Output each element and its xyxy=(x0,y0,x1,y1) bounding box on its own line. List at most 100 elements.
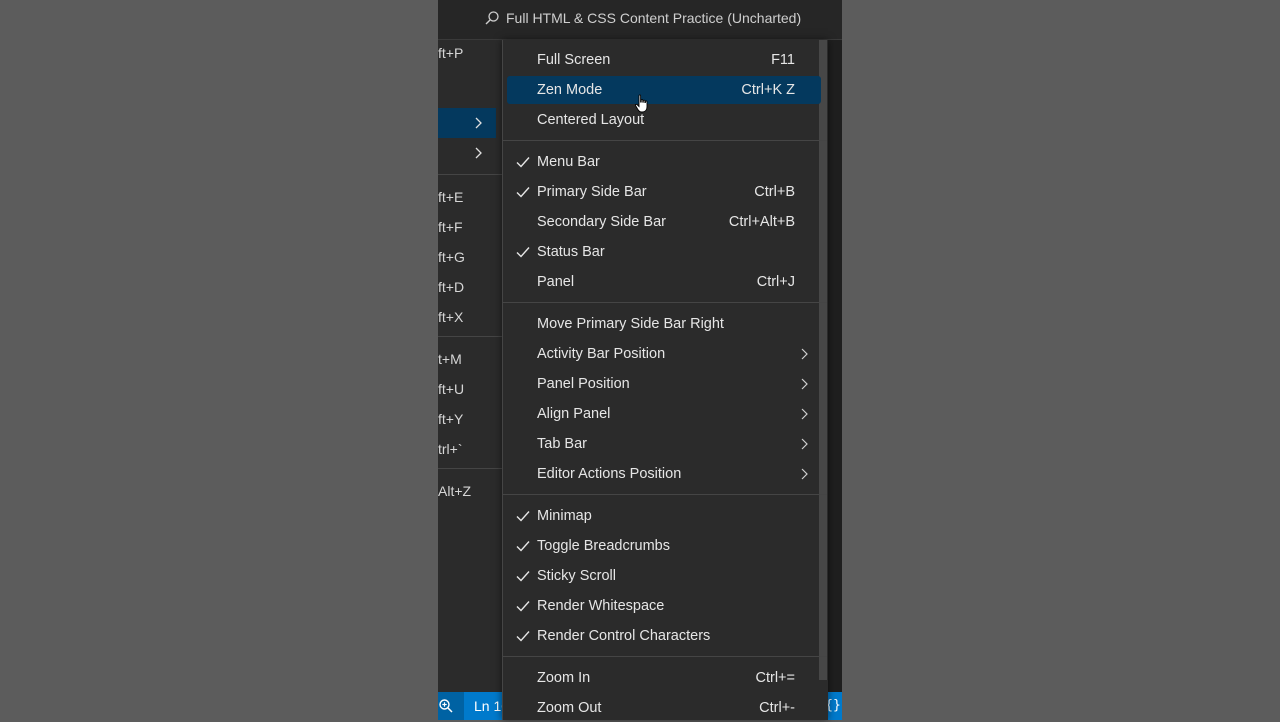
menu-item-label: Minimap xyxy=(537,508,592,524)
menu-item-label: Render Control Characters xyxy=(537,628,711,644)
menu-item-panel-position[interactable]: Panel Position xyxy=(507,370,821,398)
command-center[interactable]: Full HTML & CSS Content Practice (Unchar… xyxy=(484,10,801,26)
menu-item-shortcut: F11 xyxy=(771,52,795,68)
menu-item-zen-mode[interactable]: Zen Mode Ctrl+K Z xyxy=(507,76,821,104)
shortcut-fragment: ft+P xyxy=(438,45,464,61)
menu-item-shortcut: Ctrl+= xyxy=(755,670,796,686)
menu-item-toggle-breadcrumbs[interactable]: Toggle Breadcrumbs xyxy=(507,532,821,560)
shortcut-fragment: ft+F xyxy=(438,219,463,235)
menu-item-label: Secondary Side Bar xyxy=(537,214,666,230)
menu-item-full-screen[interactable]: Full Screen F11 xyxy=(507,46,821,74)
menu-item-label: Align Panel xyxy=(537,406,611,422)
shortcut-fragment: ft+X xyxy=(438,309,464,325)
menu-item-centered-layout[interactable]: Centered Layout xyxy=(507,106,821,134)
parent-menu-item-editor-layout[interactable] xyxy=(438,138,502,168)
checkmark-icon xyxy=(516,157,530,168)
menu-item-label: Sticky Scroll xyxy=(537,568,616,584)
checkmark-icon xyxy=(516,571,530,582)
menu-separator xyxy=(503,140,827,141)
menu-item-shortcut: Ctrl+J xyxy=(756,274,795,290)
menu-item-label: Zen Mode xyxy=(537,82,603,98)
chevron-right-icon xyxy=(801,438,808,450)
menu-item-render-control-characters[interactable]: Render Control Characters xyxy=(507,622,821,650)
chevron-right-icon xyxy=(475,117,482,129)
menu-item-label: Zoom In xyxy=(537,670,591,686)
title-bar: Full HTML & CSS Content Practice (Unchar… xyxy=(438,0,842,40)
shortcut-fragment: ft+G xyxy=(438,249,465,265)
parent-menu-item[interactable]: ft+X xyxy=(438,302,502,332)
checkmark-icon xyxy=(516,541,530,552)
appearance-submenu: Full Screen F11 Zen Mode Ctrl+K Z Centered L… xyxy=(502,40,828,720)
menu-item-label: Move Primary Side Bar Right xyxy=(537,316,724,332)
menu-item-label: Panel xyxy=(537,274,575,290)
checkmark-icon xyxy=(516,511,530,522)
chevron-right-icon xyxy=(801,348,808,360)
parent-menu-item[interactable]: t+M xyxy=(438,344,502,374)
menu-item-label: Status Bar xyxy=(537,244,605,260)
menu-item-panel[interactable]: Panel Ctrl+J xyxy=(507,268,821,296)
menu-item-render-whitespace[interactable]: Render Whitespace xyxy=(507,592,821,620)
checkmark-icon xyxy=(516,187,530,198)
shortcut-fragment: ft+U xyxy=(438,381,465,397)
menu-item-secondary-side-bar[interactable]: Secondary Side Bar Ctrl+Alt+B xyxy=(507,208,821,236)
menu-separator xyxy=(438,174,502,175)
menu-item-align-panel[interactable]: Align Panel xyxy=(507,400,821,428)
chevron-right-icon xyxy=(801,468,808,480)
search-icon xyxy=(485,11,499,25)
shortcut-fragment: t+M xyxy=(438,351,462,367)
menu-item-label: Render Whitespace xyxy=(537,598,665,614)
menu-item-shortcut: Ctrl+- xyxy=(759,700,795,716)
window-title: Full HTML & CSS Content Practice (Unchar… xyxy=(506,10,802,26)
menu-item-shortcut: Ctrl+K Z xyxy=(741,82,795,98)
parent-menu-item[interactable]: ft+E xyxy=(438,182,502,212)
parent-menu-item[interactable]: ft+F xyxy=(438,212,502,242)
menu-item-label: Primary Side Bar xyxy=(537,184,647,200)
menu-separator xyxy=(503,656,827,657)
menu-item-minimap[interactable]: Minimap xyxy=(507,502,821,530)
menu-item-label: Toggle Breadcrumbs xyxy=(537,538,670,554)
checkmark-icon xyxy=(516,631,530,642)
menu-item-label: Centered Layout xyxy=(537,112,645,128)
chevron-right-icon xyxy=(475,147,482,159)
menu-item-label: Editor Actions Position xyxy=(537,466,682,482)
menu-item-label: Tab Bar xyxy=(537,436,587,452)
parent-menu-item[interactable]: ft+G xyxy=(438,242,502,272)
zoom-icon xyxy=(439,699,453,713)
menu-item-label: Full Screen xyxy=(537,52,611,68)
parent-menu: ft+P ft+E ft+F ft+G ft+D ft+X t+M ft+U f… xyxy=(438,40,502,692)
menu-item-label: Menu Bar xyxy=(537,154,600,170)
shortcut-fragment: Alt+Z xyxy=(438,483,472,499)
menu-item-zoom-in[interactable]: Zoom In Ctrl+= xyxy=(507,664,821,692)
menu-separator xyxy=(438,468,502,469)
shortcut-fragment: trl+` xyxy=(438,441,463,457)
parent-menu-item[interactable]: ft+Y xyxy=(438,404,502,434)
shortcut-fragment: ft+D xyxy=(438,279,465,295)
zoom-status-button[interactable] xyxy=(438,692,464,720)
shortcut-fragment: ft+Y xyxy=(438,411,464,427)
menu-item-editor-actions-position[interactable]: Editor Actions Position xyxy=(507,460,821,488)
menu-item-shortcut: Ctrl+Alt+B xyxy=(728,214,795,230)
menu-item-sticky-scroll[interactable]: Sticky Scroll xyxy=(507,562,821,590)
menu-item-primary-side-bar[interactable]: Primary Side Bar Ctrl+B xyxy=(507,178,821,206)
parent-menu-item[interactable]: ft+D xyxy=(438,272,502,302)
chevron-right-icon xyxy=(801,378,808,390)
menu-item-zoom-out[interactable]: Zoom Out Ctrl+- xyxy=(507,694,821,722)
parent-menu-item-appearance[interactable] xyxy=(438,108,496,138)
menu-item-status-bar[interactable]: Status Bar xyxy=(507,238,821,266)
parent-menu-item[interactable]: trl+` xyxy=(438,434,502,464)
shortcut-fragment: ft+E xyxy=(438,189,464,205)
menu-separator xyxy=(503,302,827,303)
menu-item-shortcut: Ctrl+B xyxy=(754,184,795,200)
menu-item-activity-bar-position[interactable]: Activity Bar Position xyxy=(507,340,821,368)
menu-item-label: Zoom Out xyxy=(537,700,602,716)
menu-separator xyxy=(503,494,827,495)
menu-separator xyxy=(438,336,502,337)
menu-item-menu-bar[interactable]: Menu Bar xyxy=(507,148,821,176)
parent-menu-item[interactable]: ft+P xyxy=(438,38,502,68)
mouse-pointer-icon xyxy=(635,94,648,113)
parent-menu-item[interactable]: ft+U xyxy=(438,374,502,404)
menu-item-tab-bar[interactable]: Tab Bar xyxy=(507,430,821,458)
menu-item-move-primary-side-bar-right[interactable]: Move Primary Side Bar Right xyxy=(507,310,821,338)
menu-item-label: Panel Position xyxy=(537,376,630,392)
parent-menu-item[interactable]: Alt+Z xyxy=(438,476,502,506)
